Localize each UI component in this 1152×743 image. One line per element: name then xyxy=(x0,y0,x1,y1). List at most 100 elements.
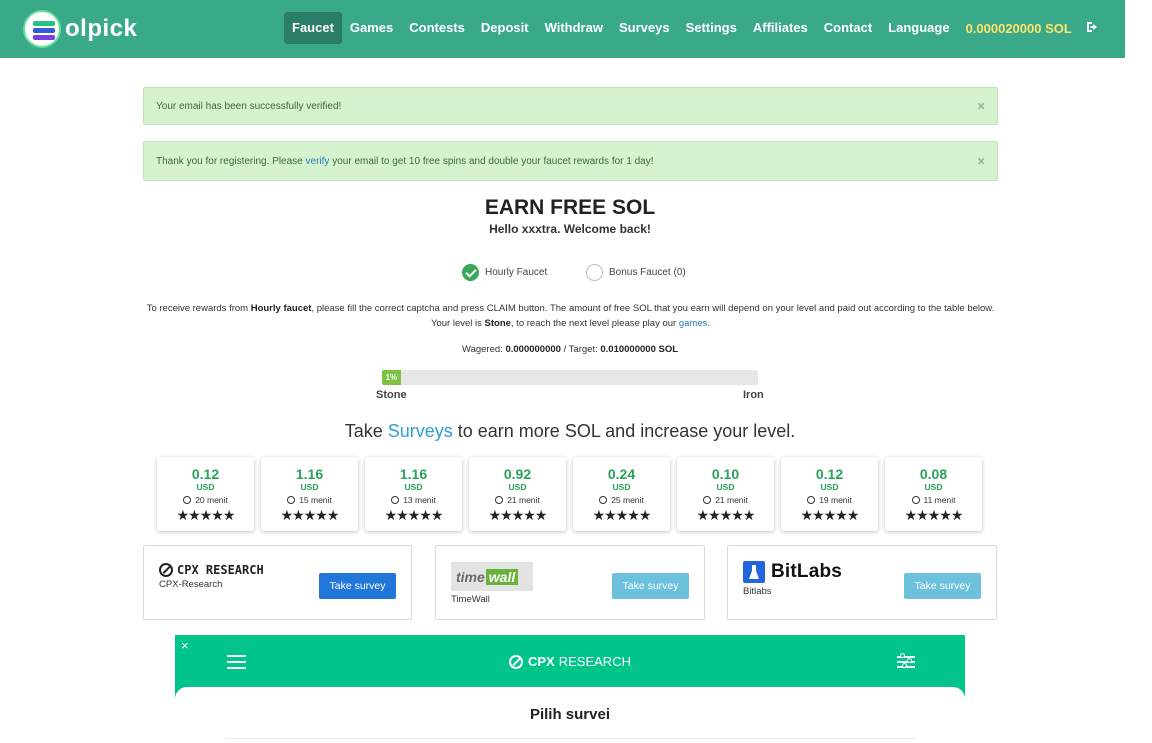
bitlabs-logo: BitLabs xyxy=(743,561,842,583)
survey-offer-card[interactable]: 0.12 USD 20 menit ★★★★★ xyxy=(157,457,254,531)
radio-bonus-faucet[interactable]: Bonus Faucet (0) xyxy=(586,264,686,281)
main-nav: Faucet Games Contests Deposit Withdraw S… xyxy=(284,12,1105,44)
take-survey-button[interactable]: Take survey xyxy=(319,573,396,599)
nav-games[interactable]: Games xyxy=(342,12,401,44)
nav-settings[interactable]: Settings xyxy=(678,12,745,44)
faucet-info: To receive rewards from Hourly faucet, p… xyxy=(146,303,995,329)
clock-icon xyxy=(911,496,920,504)
nav-surveys[interactable]: Surveys xyxy=(611,12,678,44)
current-level: Stone xyxy=(376,389,407,401)
offer-amount: 0.24 xyxy=(607,466,636,482)
survey-panel: Pilih survei xyxy=(175,687,965,743)
rating-stars: ★★★★★ xyxy=(904,507,964,523)
clock-icon xyxy=(807,496,816,504)
rating-stars: ★★★★★ xyxy=(592,507,652,523)
verify-link[interactable]: verify xyxy=(306,156,330,167)
timewall-logo: time wall xyxy=(451,562,533,591)
nav-contests[interactable]: Contests xyxy=(401,12,473,44)
take-survey-button[interactable]: Take survey xyxy=(612,573,689,599)
nav-withdraw[interactable]: Withdraw xyxy=(537,12,611,44)
offer-time: 11 menit xyxy=(885,495,982,506)
nav-deposit[interactable]: Deposit xyxy=(473,12,537,44)
page-title: EARN FREE SOL xyxy=(484,196,656,219)
surveys-heading: Take Surveys to earn more SOL and increa… xyxy=(344,421,796,441)
offer-amount: 1.16 xyxy=(399,466,428,482)
alert-register-text: Thank you for registering. Please verify… xyxy=(156,155,654,167)
games-link[interactable]: games xyxy=(679,318,708,329)
offer-time: 25 menit xyxy=(573,495,670,506)
survey-offers: 0.12 USD 20 menit ★★★★★ 1.16 USD 15 meni… xyxy=(157,457,989,531)
radio-hourly-faucet[interactable]: Hourly Faucet xyxy=(462,264,547,281)
cpx-icon xyxy=(159,563,173,577)
take-survey-button[interactable]: Take survey xyxy=(904,573,981,599)
offer-currency: USD xyxy=(820,482,839,492)
offer-currency: USD xyxy=(612,482,631,492)
filter-icon[interactable] xyxy=(897,653,915,670)
provider-cpx-research: CPX RESEARCH CPX-Research Take survey xyxy=(143,545,412,620)
offer-currency: USD xyxy=(508,482,527,492)
offer-time: 21 menit xyxy=(469,495,566,506)
level-progress-bar: 1% xyxy=(382,370,758,385)
offer-amount: 1.16 xyxy=(295,466,324,482)
offer-time: 21 menit xyxy=(677,495,774,506)
flask-icon xyxy=(743,561,765,583)
offer-time: 19 menit xyxy=(781,495,878,506)
rating-stars: ★★★★★ xyxy=(800,507,860,523)
offer-currency: USD xyxy=(196,482,215,492)
provider-name: CPX-Research xyxy=(159,579,223,590)
close-icon[interactable]: × xyxy=(181,638,189,653)
alert-register: Thank you for registering. Please verify… xyxy=(143,141,998,181)
nav-affiliates[interactable]: Affiliates xyxy=(745,12,816,44)
alert-verified-text: Your email has been successfully verifie… xyxy=(156,100,342,112)
offer-amount: 0.12 xyxy=(815,466,844,482)
survey-offer-card[interactable]: 0.24 USD 25 menit ★★★★★ xyxy=(573,457,670,531)
surveys-link[interactable]: Surveys xyxy=(388,421,453,441)
nav-language[interactable]: Language xyxy=(880,12,957,44)
offer-currency: USD xyxy=(924,482,943,492)
top-navbar: olpick Faucet Games Contests Deposit Wit… xyxy=(0,0,1125,58)
cpx-widget-brand: CPX RESEARCH xyxy=(175,654,965,669)
clock-icon xyxy=(599,496,608,504)
rating-stars: ★★★★★ xyxy=(176,507,236,523)
offer-currency: USD xyxy=(716,482,735,492)
survey-offer-card[interactable]: 1.16 USD 15 menit ★★★★★ xyxy=(261,457,358,531)
panel-divider xyxy=(225,738,915,743)
rating-stars: ★★★★★ xyxy=(696,507,756,523)
close-icon[interactable]: × xyxy=(977,154,985,169)
clock-icon xyxy=(287,496,296,504)
offer-currency: USD xyxy=(404,482,423,492)
wager-status: Wagered: 0.000000000 / Target: 0.0100000… xyxy=(461,344,679,355)
cpx-icon xyxy=(509,654,523,669)
rating-stars: ★★★★★ xyxy=(280,507,340,523)
offer-amount: 0.08 xyxy=(919,466,948,482)
offer-amount: 0.92 xyxy=(503,466,532,482)
close-icon[interactable]: × xyxy=(977,99,985,114)
clock-icon xyxy=(391,496,400,504)
radio-label: Hourly Faucet xyxy=(485,267,548,278)
alert-email-verified: Your email has been successfully verifie… xyxy=(143,87,998,125)
nav-contact[interactable]: Contact xyxy=(816,12,880,44)
survey-offer-card[interactable]: 1.16 USD 13 menit ★★★★★ xyxy=(365,457,462,531)
nav-faucet[interactable]: Faucet xyxy=(284,12,342,44)
survey-offer-card[interactable]: 0.10 USD 21 menit ★★★★★ xyxy=(677,457,774,531)
site-logo[interactable]: olpick xyxy=(23,9,137,49)
balance-display[interactable]: 0.000020000 SOL xyxy=(958,13,1080,44)
cpx-research-widget: × CPX RESEARCH Pilih survei xyxy=(175,635,965,743)
sign-out-icon[interactable] xyxy=(1080,12,1105,44)
radio-unchecked-icon xyxy=(586,264,603,281)
offer-currency: USD xyxy=(300,482,319,492)
provider-name: TimeWall xyxy=(451,594,490,605)
offer-amount: 0.12 xyxy=(191,466,220,482)
survey-offer-card[interactable]: 0.12 USD 19 menit ★★★★★ xyxy=(781,457,878,531)
survey-offer-card[interactable]: 0.92 USD 21 menit ★★★★★ xyxy=(469,457,566,531)
next-level: Iron xyxy=(743,389,764,401)
clock-icon xyxy=(183,496,192,504)
survey-offer-card[interactable]: 0.08 USD 11 menit ★★★★★ xyxy=(885,457,982,531)
clock-icon xyxy=(703,496,712,504)
rating-stars: ★★★★★ xyxy=(488,507,548,523)
provider-timewall: time wall TimeWall Take survey xyxy=(435,545,705,620)
offer-time: 20 menit xyxy=(157,495,254,506)
offer-time: 15 menit xyxy=(261,495,358,506)
offer-time: 13 menit xyxy=(365,495,462,506)
clock-icon xyxy=(495,496,504,504)
